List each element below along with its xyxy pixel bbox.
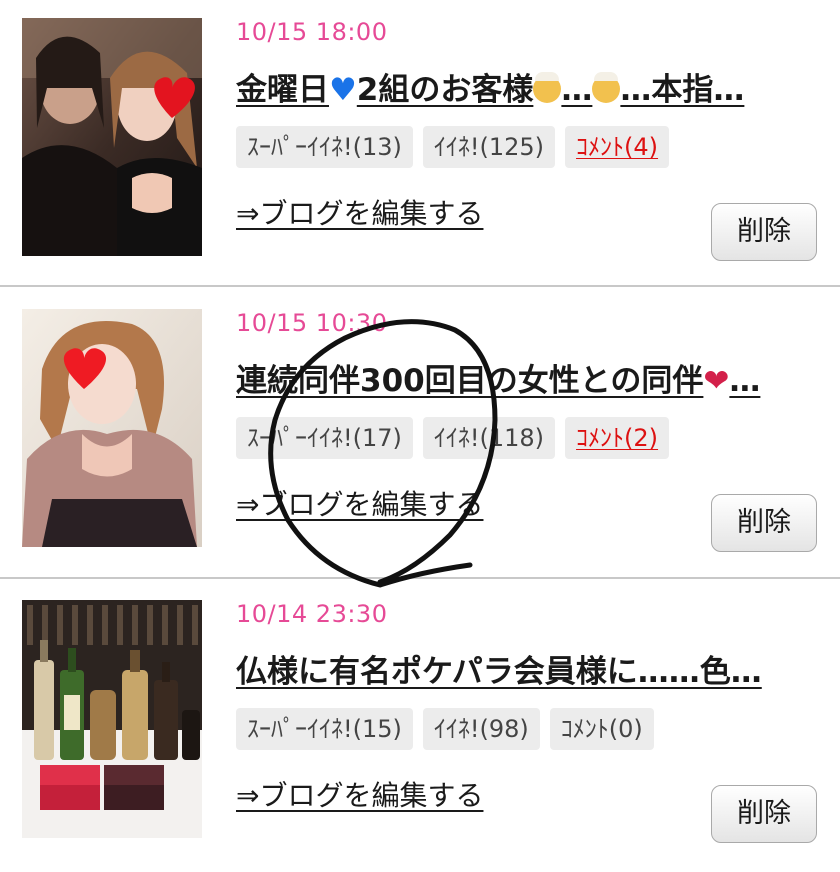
blog-post-item: 10/15 10:30 連続同伴300回目の女性との同伴❤… ｽｰﾊﾟｰｲｲﾈ!… <box>0 291 840 581</box>
title-text: … <box>729 363 761 399</box>
post-title-link[interactable]: 連続同伴300回目の女性との同伴❤… <box>236 355 816 400</box>
super-like-count[interactable]: ｽｰﾊﾟｰｲｲﾈ!(13) <box>236 126 413 168</box>
edit-blog-link[interactable]: ⇒ブログを編集する <box>236 774 483 814</box>
blue-heart-icon: ♥ <box>329 72 357 108</box>
reaction-badges: ｽｰﾊﾟｰｲｲﾈ!(15) ｲｲﾈ!(98) ｺﾒﾝﾄ(0) <box>236 708 654 750</box>
post-thumbnail[interactable] <box>22 309 202 547</box>
super-like-count[interactable]: ｽｰﾊﾟｰｲｲﾈ!(15) <box>236 708 413 750</box>
blog-post-item: 10/15 18:00 金曜日♥2組のお客様 … …本指… ｽｰﾊﾟｰｲｲﾈ!(13… <box>0 0 840 290</box>
comment-link[interactable]: ｺﾒﾝﾄ(4) <box>565 126 670 168</box>
post-title-link[interactable]: 金曜日♥2組のお客様 … …本指… <box>236 64 816 109</box>
post-date: 10/15 18:00 <box>236 18 388 46</box>
delete-button[interactable]: 削除 <box>711 785 817 843</box>
title-text: 連続同伴300回目の女性との同伴 <box>236 363 704 399</box>
edit-blog-link[interactable]: ⇒ブログを編集する <box>236 483 483 523</box>
kiss-mark-icon: ❤ <box>703 363 730 399</box>
title-text: …本指… <box>620 72 745 108</box>
comment-link[interactable]: ｺﾒﾝﾄ(2) <box>565 417 670 459</box>
older-man-face-icon <box>533 72 562 103</box>
older-man-face-icon <box>592 72 621 103</box>
like-count[interactable]: ｲｲﾈ!(98) <box>422 708 540 750</box>
title-text: 2組のお客様 <box>356 72 534 108</box>
delete-button[interactable]: 削除 <box>711 494 817 552</box>
reaction-badges: ｽｰﾊﾟｰｲｲﾈ!(13) ｲｲﾈ!(125) ｺﾒﾝﾄ(4) <box>236 126 670 168</box>
delete-button[interactable]: 削除 <box>711 203 817 261</box>
post-title-link[interactable]: 仏様に有名ポケパラ会員様に……色… <box>236 646 816 691</box>
title-text: … <box>561 72 593 108</box>
comment-link[interactable]: ｺﾒﾝﾄ(0) <box>549 708 654 750</box>
divider <box>0 577 840 579</box>
post-date: 10/15 10:30 <box>236 309 388 337</box>
post-thumbnail[interactable] <box>22 18 202 256</box>
edit-blog-link[interactable]: ⇒ブログを編集する <box>236 192 483 232</box>
super-like-count[interactable]: ｽｰﾊﾟｰｲｲﾈ!(17) <box>236 417 413 459</box>
reaction-badges: ｽｰﾊﾟｰｲｲﾈ!(17) ｲｲﾈ!(118) ｺﾒﾝﾄ(2) <box>236 417 670 459</box>
post-date: 10/14 23:30 <box>236 600 388 628</box>
blog-post-item: 10/14 23:30 仏様に有名ポケパラ会員様に……色… ｽｰﾊﾟｰｲｲﾈ!(… <box>0 582 840 872</box>
divider <box>0 285 840 287</box>
like-count[interactable]: ｲｲﾈ!(125) <box>422 126 556 168</box>
post-thumbnail[interactable] <box>22 600 202 838</box>
like-count[interactable]: ｲｲﾈ!(118) <box>422 417 556 459</box>
title-text: 金曜日 <box>236 72 329 108</box>
